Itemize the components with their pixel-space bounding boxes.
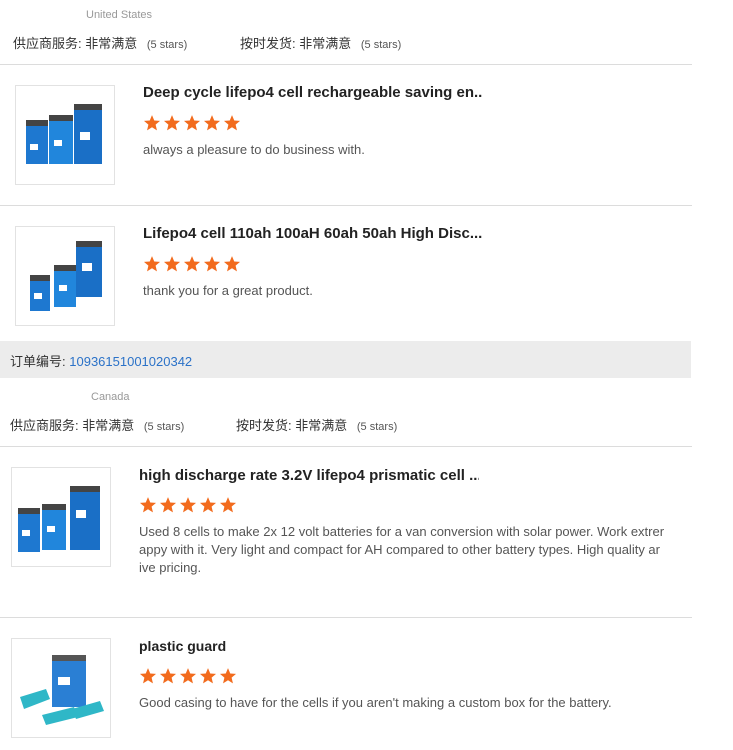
shipping-value: 非常满意 [299,36,352,51]
star-icon [163,115,181,131]
divider [0,64,692,65]
star-icon [143,256,161,272]
plastic-guard-image [20,655,104,725]
star-icon [219,668,237,684]
shipping-label: 按时发货: [240,36,296,51]
service-rating: 供应商服务: 非常满意 (5 stars) [13,33,187,52]
product-thumbnail[interactable] [11,467,111,567]
shipping-stars: (5 stars) [356,421,398,433]
service-value: 非常满意 [82,418,135,433]
battery-cells-image [18,486,100,552]
star-icon [159,497,177,513]
shipping-stars: (5 stars) [360,39,402,51]
star-icon [139,668,157,684]
star-icon [219,497,237,513]
service-stars: (5 stars) [143,421,185,433]
star-icon [223,115,241,131]
star-icon [143,115,161,131]
buyer-country: Canada [91,391,130,403]
buyer-country: United States [86,9,153,21]
battery-cells-image [26,104,102,164]
star-rating [139,667,237,685]
product-thumbnail[interactable] [11,638,111,738]
star-icon [199,668,217,684]
product-title[interactable]: Lifepo4 cell 110ah 100aH 60ah 50ah High … [143,225,483,242]
review-line: appy with it. Very light and compact for… [139,542,660,557]
order-number-link[interactable]: 10936151001020342 [69,354,192,369]
service-label: 供应商服务: [10,418,79,433]
order-bar: 订单编号: 10936151001020342 [0,341,691,378]
product-title[interactable]: Deep cycle lifepo4 cell rechargeable sav… [143,84,483,101]
battery-cells-image [30,241,102,311]
service-stars: (5 stars) [146,39,188,51]
star-icon [199,497,217,513]
service-rating: 供应商服务: 非常满意 (5 stars) [10,415,184,434]
shipping-rating: 按时发货: 非常满意 (5 stars) [240,33,401,52]
star-icon [203,115,221,131]
review-text: thank you for a great product. [143,283,313,298]
shipping-rating: 按时发货: 非常满意 (5 stars) [236,415,397,434]
order-number-label: 订单编号: [10,354,66,369]
divider [0,617,692,618]
review-text: always a pleasure to do business with. [143,142,365,157]
star-icon [159,668,177,684]
star-rating [143,255,241,273]
service-value: 非常满意 [85,36,138,51]
service-label: 供应商服务: [13,36,82,51]
star-rating [143,114,241,132]
review-line: Used 8 cells to make 2x 12 volt batterie… [139,524,665,539]
star-icon [179,668,197,684]
product-thumbnail[interactable] [15,226,115,326]
divider [0,205,692,206]
product-title[interactable]: plastic guard [139,638,479,654]
product-title[interactable]: high discharge rate 3.2V lifepo4 prismat… [139,467,479,484]
shipping-label: 按时发货: [236,418,292,433]
divider [0,446,692,447]
star-icon [223,256,241,272]
star-rating [139,496,237,514]
star-icon [183,115,201,131]
star-icon [183,256,201,272]
star-icon [179,497,197,513]
product-thumbnail[interactable] [15,85,115,185]
star-icon [163,256,181,272]
review-text: Good casing to have for the cells if you… [139,695,612,710]
order-number-row: 订单编号: 10936151001020342 [10,351,192,370]
review-line: ive pricing. [139,560,202,575]
star-icon [203,256,221,272]
shipping-value: 非常满意 [295,418,348,433]
star-icon [139,497,157,513]
review-text: Used 8 cells to make 2x 12 volt batterie… [139,523,692,577]
